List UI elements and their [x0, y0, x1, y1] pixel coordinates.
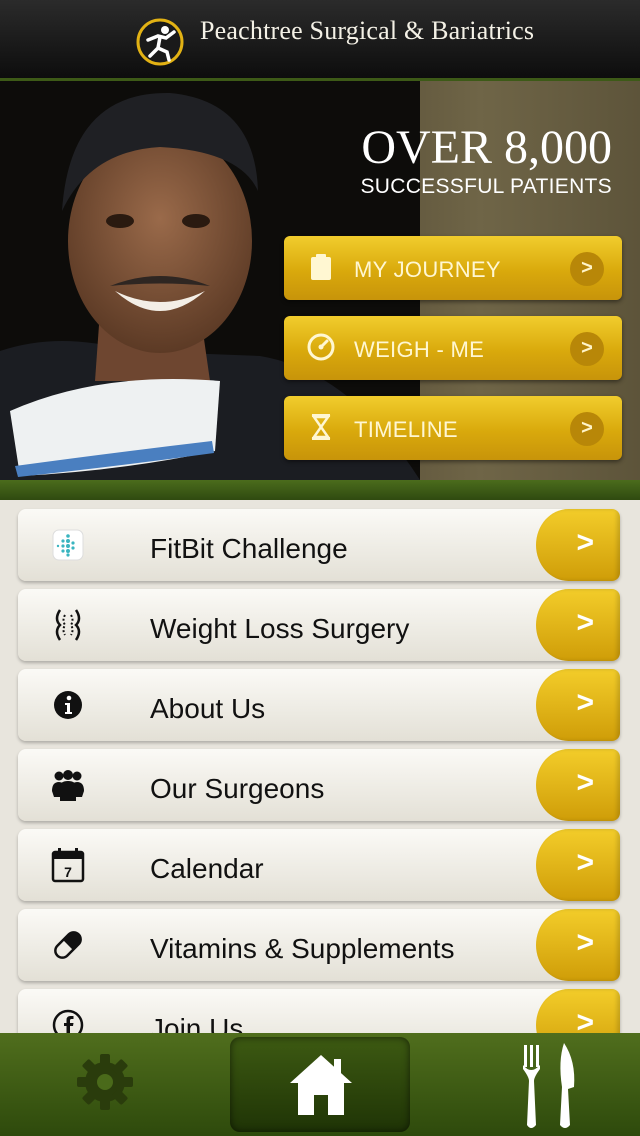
- tab-settings[interactable]: [40, 1037, 170, 1132]
- facebook-icon: [52, 1009, 84, 1033]
- menu-label: About Us: [150, 693, 266, 724]
- menu-list[interactable]: FitBit Challenge > Weight Loss Surgery >…: [0, 500, 640, 1033]
- menu-label: FitBit Challenge: [150, 533, 348, 564]
- menu-item-join-us[interactable]: Join Us >: [18, 989, 620, 1033]
- gear-icon: [77, 1054, 133, 1110]
- headline-sub: SUCCESSFUL PATIENTS: [360, 175, 612, 198]
- chevron-right-icon: >: [570, 412, 604, 446]
- menu-item-our-surgeons[interactable]: Our Surgeons >: [18, 749, 620, 821]
- gauge-icon: [307, 333, 335, 361]
- menu-item-vitamins-supplements[interactable]: Vitamins & Supplements >: [18, 909, 620, 981]
- runner-logo-icon: [136, 18, 184, 66]
- chevron-right-icon: >: [576, 606, 594, 639]
- chevron-right-icon: >: [576, 766, 594, 799]
- group-icon: [52, 770, 84, 801]
- weigh-me-button[interactable]: WEIGH - ME >: [284, 316, 622, 380]
- hero-divider: [0, 480, 640, 500]
- chevron-right-icon: >: [570, 252, 604, 286]
- info-icon: [54, 691, 82, 719]
- menu-label: Vitamins & Supplements: [150, 933, 455, 964]
- timeline-label: TIMELINE: [354, 417, 458, 442]
- menu-label: Calendar: [150, 853, 264, 884]
- clipboard-icon: [311, 254, 331, 280]
- bottom-tab-bar: [0, 1033, 640, 1136]
- fitbit-icon: [52, 529, 84, 561]
- svg-text:7: 7: [64, 864, 72, 880]
- calendar-icon: 7: [51, 848, 85, 883]
- headline-count: OVER 8,000: [361, 121, 612, 174]
- tab-dining[interactable]: [470, 1037, 630, 1132]
- menu-label: Our Surgeons: [150, 773, 325, 804]
- my-journey-label: MY JOURNEY: [354, 257, 501, 282]
- hourglass-icon: [311, 414, 331, 440]
- timeline-button[interactable]: TIMELINE >: [284, 396, 622, 460]
- menu-item-calendar[interactable]: 7 Calendar >: [18, 829, 620, 901]
- chevron-right-icon: >: [576, 686, 594, 719]
- home-icon: [290, 1055, 352, 1115]
- menu-item-fitbit-challenge[interactable]: FitBit Challenge >: [18, 509, 620, 581]
- chevron-right-icon: >: [576, 846, 594, 879]
- menu-item-weight-loss-surgery[interactable]: Weight Loss Surgery >: [18, 589, 620, 661]
- chevron-right-icon: >: [576, 526, 594, 559]
- body-shape-icon: [55, 609, 81, 641]
- menu-label: Weight Loss Surgery: [150, 613, 410, 644]
- brand-title: Peachtree Surgical & Bariatrics: [200, 16, 535, 45]
- menu-label: Join Us: [150, 1013, 244, 1033]
- tab-home[interactable]: [230, 1037, 410, 1132]
- chevron-right-icon: >: [576, 926, 594, 959]
- menu-item-about-us[interactable]: About Us >: [18, 669, 620, 741]
- fork-knife-icon: [523, 1043, 575, 1128]
- app-header: Peachtree Surgical & Bariatrics: [0, 0, 640, 81]
- hero-banner: OVER 8,000 SUCCESSFUL PATIENTS MY JOURNE…: [0, 81, 640, 480]
- weigh-me-label: WEIGH - ME: [354, 337, 485, 362]
- pill-icon: [54, 931, 82, 959]
- chevron-right-icon: >: [570, 332, 604, 366]
- headline: OVER 8,000 SUCCESSFUL PATIENTS: [360, 121, 612, 199]
- chevron-right-icon: >: [576, 1006, 594, 1033]
- my-journey-button[interactable]: MY JOURNEY >: [284, 236, 622, 300]
